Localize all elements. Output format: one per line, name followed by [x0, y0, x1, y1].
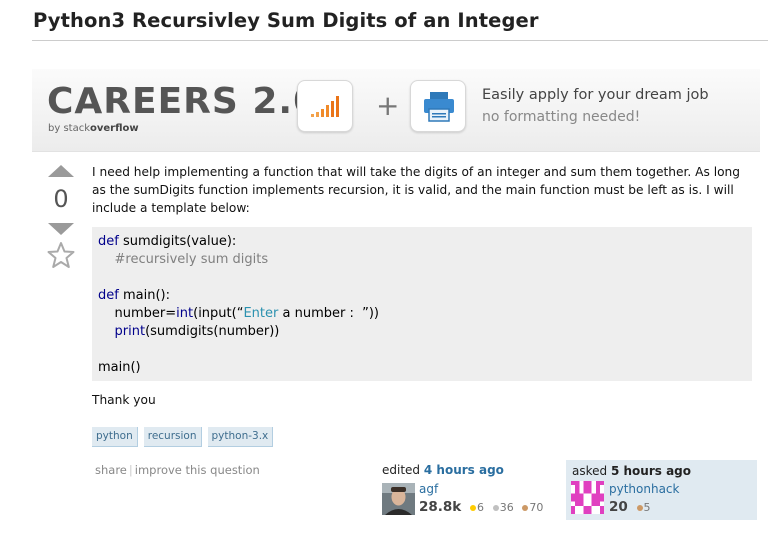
- careers-ad-banner[interactable]: CAREERS 2.0 by stackoverflow + Easily ap…: [32, 69, 760, 152]
- tag-list: python recursion python-3.x: [92, 427, 274, 447]
- post-menu: share | improve this question: [95, 463, 260, 477]
- code-text: (input(“: [193, 306, 244, 321]
- asked-label: asked: [572, 464, 608, 478]
- code-text: a number : ”)): [278, 306, 379, 321]
- banner-headline: Easily apply for your dream job: [482, 87, 709, 103]
- plus-sign: +: [376, 89, 400, 122]
- menu-separator: |: [128, 463, 133, 477]
- code-text: main(): [98, 360, 141, 375]
- owner-name-link[interactable]: pythonhack: [609, 482, 679, 496]
- vote-up-arrow-icon[interactable]: [48, 165, 74, 177]
- code-block: def sumdigits(value): #recursively sum d…: [92, 227, 752, 381]
- bronze-badge-icon: [636, 504, 643, 511]
- bronze-badges: 5: [634, 501, 651, 514]
- gold-badges: 6: [467, 501, 484, 514]
- code-text: number=: [114, 306, 177, 321]
- code-keyword: def: [98, 234, 119, 249]
- vote-count: 0: [53, 185, 69, 213]
- code-keyword: print: [114, 324, 146, 339]
- code-text: (sumdigits(number)): [145, 324, 280, 339]
- tag-recursion[interactable]: recursion: [143, 427, 202, 447]
- bar-chart-icon: [297, 80, 353, 132]
- code-keyword: def: [98, 288, 119, 303]
- edited-time-link[interactable]: 4 hours ago: [424, 463, 504, 477]
- code-keyword: int: [176, 306, 194, 321]
- tag-python-3x[interactable]: python-3.x: [207, 427, 274, 447]
- banner-subline: no formatting needed!: [482, 109, 641, 125]
- improve-question-link[interactable]: improve this question: [135, 463, 260, 477]
- question-closing: Thank you: [92, 393, 156, 407]
- careers-logo-text: CAREERS 2.0: [47, 81, 320, 122]
- owner-avatar[interactable]: [571, 481, 604, 514]
- careers-logo-byline: by stackoverflow: [48, 123, 139, 134]
- owner-reputation: 20 5: [609, 499, 651, 515]
- editor-name-link[interactable]: agf: [419, 482, 438, 496]
- gold-badge-icon: [470, 504, 476, 511]
- silver-badge-icon: [492, 504, 499, 511]
- share-link[interactable]: share: [95, 463, 127, 477]
- bronze-badges: 70: [519, 501, 543, 514]
- code-string: Enter: [243, 306, 279, 321]
- editor-avatar[interactable]: [382, 483, 415, 515]
- code-text: sumdigits(value):: [118, 234, 237, 249]
- reputation-score: 28.8k: [419, 499, 462, 515]
- editor-signature: edited 4 hours ago agf 28.8k 6 36 70: [382, 463, 552, 515]
- question-body: I need help implementing a function that…: [92, 165, 741, 215]
- vote-down-arrow-icon[interactable]: [48, 223, 74, 235]
- code-comment: #recursively sum digits: [114, 252, 269, 267]
- question-title[interactable]: Python3 Recursivley Sum Digits of an Int…: [33, 9, 539, 32]
- reputation-score: 20: [609, 499, 628, 515]
- editor-reputation: 28.8k 6 36 70: [419, 499, 543, 515]
- silver-badges: 36: [490, 501, 514, 514]
- code-text: main():: [118, 288, 170, 303]
- tag-python[interactable]: python: [92, 427, 138, 447]
- printer-icon: [410, 80, 466, 132]
- owner-signature: asked 5 hours ago pythonhack 20 5: [566, 460, 757, 520]
- favorite-star-icon[interactable]: [47, 241, 75, 269]
- asked-time: 5 hours ago: [610, 464, 691, 478]
- title-divider: [32, 40, 768, 41]
- bronze-badge-icon: [522, 504, 529, 511]
- edited-label: edited: [382, 463, 421, 477]
